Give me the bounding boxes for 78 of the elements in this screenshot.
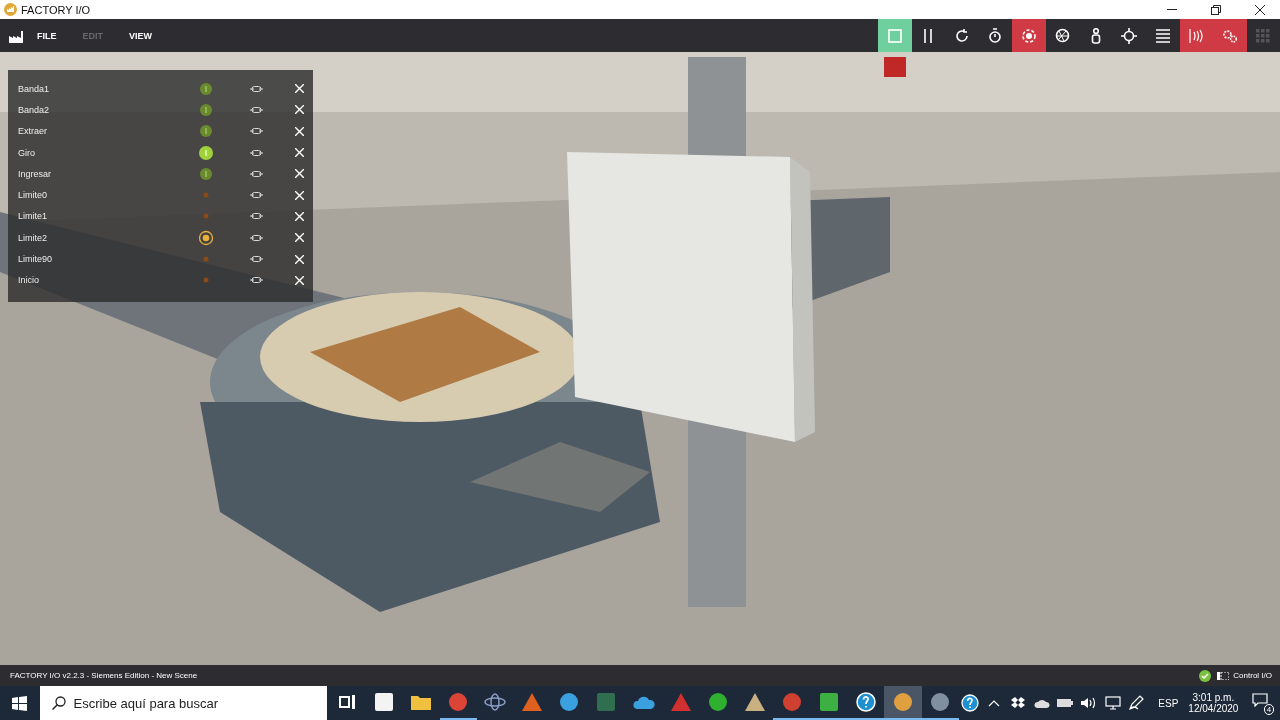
start-icon	[12, 695, 28, 711]
pause-icon	[923, 28, 934, 43]
actuator-indicator[interactable]	[198, 123, 214, 140]
close-icon[interactable]	[295, 148, 304, 158]
close-icon[interactable]	[295, 211, 304, 221]
restore-icon	[1211, 4, 1221, 15]
stopwatch-icon	[988, 28, 1003, 43]
stop-icon	[887, 28, 902, 43]
close-icon[interactable]	[295, 275, 304, 285]
dropbox-icon[interactable]	[1010, 697, 1025, 709]
battery-icon[interactable]	[1056, 698, 1075, 708]
toolbar-button[interactable]	[1179, 19, 1213, 52]
link-icon[interactable]	[250, 192, 263, 199]
reset-icon	[954, 28, 969, 43]
crosshair-icon	[1121, 27, 1138, 44]
minimize-icon	[1167, 8, 1177, 11]
close-icon[interactable]	[295, 169, 304, 179]
tag-name: Extraer	[17, 126, 48, 137]
tag-name: Limite2	[17, 232, 48, 243]
help-icon[interactable]	[961, 694, 980, 712]
menu-item[interactable]: VIEW	[129, 30, 153, 41]
close-icon[interactable]	[295, 190, 304, 200]
tag-name: Limite1	[17, 211, 48, 222]
driver-label[interactable]: Control I/O	[1233, 671, 1272, 680]
window-title: FACTORY I/O	[21, 3, 92, 16]
actuator-indicator[interactable]	[198, 165, 214, 182]
tag-name: Ingresar	[17, 168, 53, 179]
link-icon[interactable]	[250, 85, 263, 92]
status-text: FACTORY I/O v2.2.3 - Siemens Edition - New Scene	[10, 671, 199, 680]
tag-name: Banda1	[17, 83, 51, 94]
sensor-indicator[interactable]	[198, 229, 214, 246]
grid-icon	[1256, 28, 1271, 43]
caret-icon[interactable]	[988, 699, 1001, 707]
search-icon	[51, 696, 66, 710]
pen-icon[interactable]	[1128, 695, 1145, 711]
cloud-icon[interactable]	[1033, 698, 1050, 708]
tag-name: Limite0	[17, 190, 48, 201]
volume-icon[interactable]	[1081, 697, 1097, 709]
target-icon	[1020, 27, 1037, 44]
link-icon[interactable]	[250, 170, 263, 177]
close-icon[interactable]	[295, 84, 304, 94]
actuator-indicator[interactable]	[198, 80, 214, 97]
clock-date[interactable]: 12/04/2020	[1188, 703, 1239, 714]
tag-name: Limite90	[17, 254, 54, 264]
actuator-indicator[interactable]	[198, 144, 214, 161]
link-icon[interactable]	[250, 149, 263, 156]
link-icon[interactable]	[250, 234, 263, 241]
menu-item[interactable]: FILE	[37, 30, 57, 41]
driver-icon	[1217, 671, 1230, 680]
tag-name: Giro	[17, 147, 36, 158]
tag-name: Banda2	[17, 104, 51, 115]
link-icon[interactable]	[250, 106, 263, 113]
app-logo-icon	[4, 3, 17, 16]
notification-count: 4	[1263, 704, 1275, 715]
close-icon[interactable]	[295, 233, 304, 243]
gears-icon	[1221, 28, 1238, 43]
monitor-icon[interactable]	[1104, 696, 1121, 710]
link-icon[interactable]	[250, 256, 263, 262]
aperture-icon	[1054, 28, 1070, 43]
link-icon[interactable]	[250, 128, 263, 135]
clock-time[interactable]: 3:01 p.m.	[1192, 692, 1235, 703]
person-icon	[1090, 27, 1101, 44]
factory-icon[interactable]	[9, 28, 25, 43]
actuator-indicator[interactable]	[198, 101, 214, 118]
signal-icon	[1188, 28, 1205, 43]
language-indicator[interactable]: ESP	[1158, 697, 1179, 709]
close-icon[interactable]	[295, 254, 304, 264]
search-field[interactable]: Escribe aquí para buscar	[39, 686, 327, 720]
close-icon[interactable]	[295, 126, 304, 136]
link-icon[interactable]	[250, 277, 263, 284]
tag-name: Inicio	[17, 275, 40, 286]
check-icon	[1199, 669, 1212, 682]
link-icon[interactable]	[250, 213, 263, 220]
close-icon[interactable]	[295, 105, 304, 115]
notification-button[interactable]: 4	[1252, 693, 1273, 713]
close-icon	[1255, 4, 1265, 15]
notification-icon	[1252, 693, 1269, 707]
list-icon	[1155, 28, 1170, 43]
